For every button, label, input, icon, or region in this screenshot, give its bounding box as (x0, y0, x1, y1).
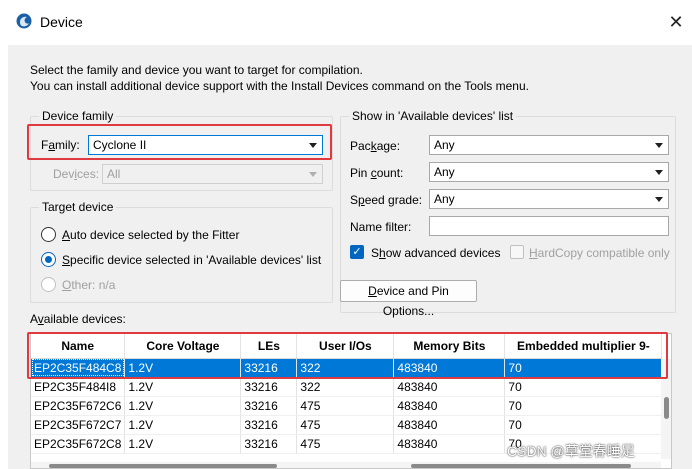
target-device-group-label: Target device (39, 200, 117, 214)
auto-device-label[interactable]: Auto device selected by the Fitter (62, 228, 239, 242)
devices-label: Devices: (53, 167, 100, 181)
pin-count-label: Pin count: (350, 166, 404, 180)
cell-user-ios: 475 (296, 434, 395, 454)
pin-count-select-value: Any (434, 165, 455, 179)
intro-line-1: Select the family and device you want to… (30, 63, 363, 77)
column-header-memory-bits[interactable]: Memory Bits (393, 334, 506, 359)
watermark-text: CSDN @草堂春睡足 (507, 443, 635, 459)
table-body: EP2C35F484C8 1.2V 33216 322 483840 70 EP2C35F4… (31, 358, 663, 454)
other-device-label: Other: n/a (62, 278, 116, 292)
close-icon[interactable]: ✕ (664, 10, 688, 34)
column-header-les[interactable]: LEs (240, 334, 298, 359)
show-advanced-label[interactable]: Show advanced devices (371, 246, 500, 260)
cell-les: 33216 (240, 396, 298, 416)
chevron-down-icon (655, 143, 663, 148)
column-header-name[interactable]: Name (31, 334, 126, 359)
cell-memory-bits: 483840 (393, 415, 506, 435)
quartus-app-icon (16, 13, 32, 29)
speed-grade-select[interactable]: Any (429, 189, 669, 209)
table-row[interactable]: EP2C35F484C8 1.2V 33216 322 483840 70 (31, 358, 663, 378)
chevron-down-icon (655, 170, 663, 175)
cell-name: EP2C35F672C8 (31, 434, 126, 454)
cell-memory-bits: 483840 (393, 377, 506, 397)
table-header-row: Name Core Voltage LEs User I/Os Memory Bits E… (31, 334, 663, 359)
table-row[interactable]: EP2C35F672C7 1.2V 33216 475 483840 70 (31, 415, 663, 435)
family-label: Family: (41, 138, 80, 152)
column-header-user-ios[interactable]: User I/Os (296, 334, 395, 359)
column-header-embedded-multiplier[interactable]: Embedded multiplier 9- (504, 334, 663, 359)
device-pin-options-button[interactable]: Device and Pin Options... (340, 280, 477, 318)
package-label: Package: (350, 139, 401, 153)
window-title: Device (40, 14, 83, 30)
cell-memory-bits: 483840 (393, 396, 506, 416)
intro-line-2: You can install additional device suppor… (30, 79, 529, 93)
available-devices-label: Available devices: (30, 312, 126, 326)
cell-les: 33216 (240, 434, 298, 454)
auto-device-radio[interactable] (41, 227, 56, 242)
cell-user-ios: 322 (296, 377, 395, 397)
cell-name: EP2C35F672C7 (31, 415, 126, 435)
cell-name: EP2C35F484I8 (31, 377, 126, 397)
cell-user-ios: 475 (296, 415, 395, 435)
package-select-value: Any (434, 138, 455, 152)
show-advanced-checkbox[interactable]: ✓ (350, 245, 364, 259)
cell-core-voltage: 1.2V (124, 434, 242, 454)
table-row[interactable]: EP2C35F484I8 1.2V 33216 322 483840 70 (31, 377, 663, 397)
devices-grid: Name Core Voltage LEs User I/Os Memory Bits E… (31, 334, 663, 454)
cell-user-ios: 475 (296, 396, 395, 416)
hardcopy-checkbox[interactable] (510, 245, 524, 259)
cell-memory-bits: 483840 (393, 358, 506, 378)
hardcopy-label: HardCopy compatible only (529, 246, 670, 260)
cell-les: 33216 (240, 358, 298, 378)
device-family-group: Device family Family: Cyclone II Devices… (30, 109, 333, 191)
cell-embedded-multiplier: 70 (504, 415, 663, 435)
dialog-body: Select the family and device you want to… (8, 45, 692, 469)
target-device-group: Target device Auto device selected by th… (30, 200, 333, 303)
horizontal-scroll-thumb[interactable] (49, 464, 277, 468)
speed-grade-label: Speed grade: (350, 193, 423, 207)
cell-embedded-multiplier: 70 (504, 396, 663, 416)
device-family-group-label: Device family (39, 109, 117, 123)
cell-core-voltage: 1.2V (124, 358, 242, 378)
devices-select[interactable]: All (102, 164, 323, 184)
devices-select-value: All (107, 167, 121, 181)
package-select[interactable]: Any (429, 135, 669, 155)
chevron-down-icon (655, 197, 663, 202)
specific-device-label[interactable]: Specific device selected in 'Available d… (62, 253, 321, 267)
specific-device-radio[interactable] (41, 252, 56, 267)
speed-grade-select-value: Any (434, 192, 455, 206)
cell-core-voltage: 1.2V (124, 396, 242, 416)
chevron-down-icon (309, 172, 317, 177)
pin-count-select[interactable]: Any (429, 162, 669, 182)
cell-les: 33216 (240, 415, 298, 435)
cell-core-voltage: 1.2V (124, 377, 242, 397)
horizontal-scroll-thumb-right[interactable] (411, 464, 631, 468)
other-device-radio[interactable] (41, 277, 56, 292)
family-select-value: Cyclone II (93, 138, 147, 152)
cell-core-voltage: 1.2V (124, 415, 242, 435)
cell-embedded-multiplier: 70 (504, 358, 663, 378)
cell-name: EP2C35F672C6 (31, 396, 126, 416)
show-in-list-group-label: Show in 'Available devices' list (349, 109, 517, 123)
chevron-down-icon (309, 143, 317, 148)
family-select[interactable]: Cyclone II (88, 135, 323, 155)
horizontal-scrollbar[interactable] (31, 462, 661, 468)
cell-user-ios: 322 (296, 358, 395, 378)
cell-memory-bits: 483840 (393, 434, 506, 454)
cell-embedded-multiplier: 70 (504, 377, 663, 397)
vertical-scrollbar[interactable] (661, 359, 671, 459)
title-bar: Device ✕ (0, 0, 692, 45)
vertical-scroll-thumb[interactable] (664, 397, 669, 419)
name-filter-label: Name filter: (350, 220, 412, 234)
cell-les: 33216 (240, 377, 298, 397)
cell-name: EP2C35F484C8 (31, 358, 126, 378)
name-filter-input[interactable] (429, 216, 669, 236)
column-header-core-voltage[interactable]: Core Voltage (124, 334, 242, 359)
table-row[interactable]: EP2C35F672C6 1.2V 33216 475 483840 70 (31, 396, 663, 416)
